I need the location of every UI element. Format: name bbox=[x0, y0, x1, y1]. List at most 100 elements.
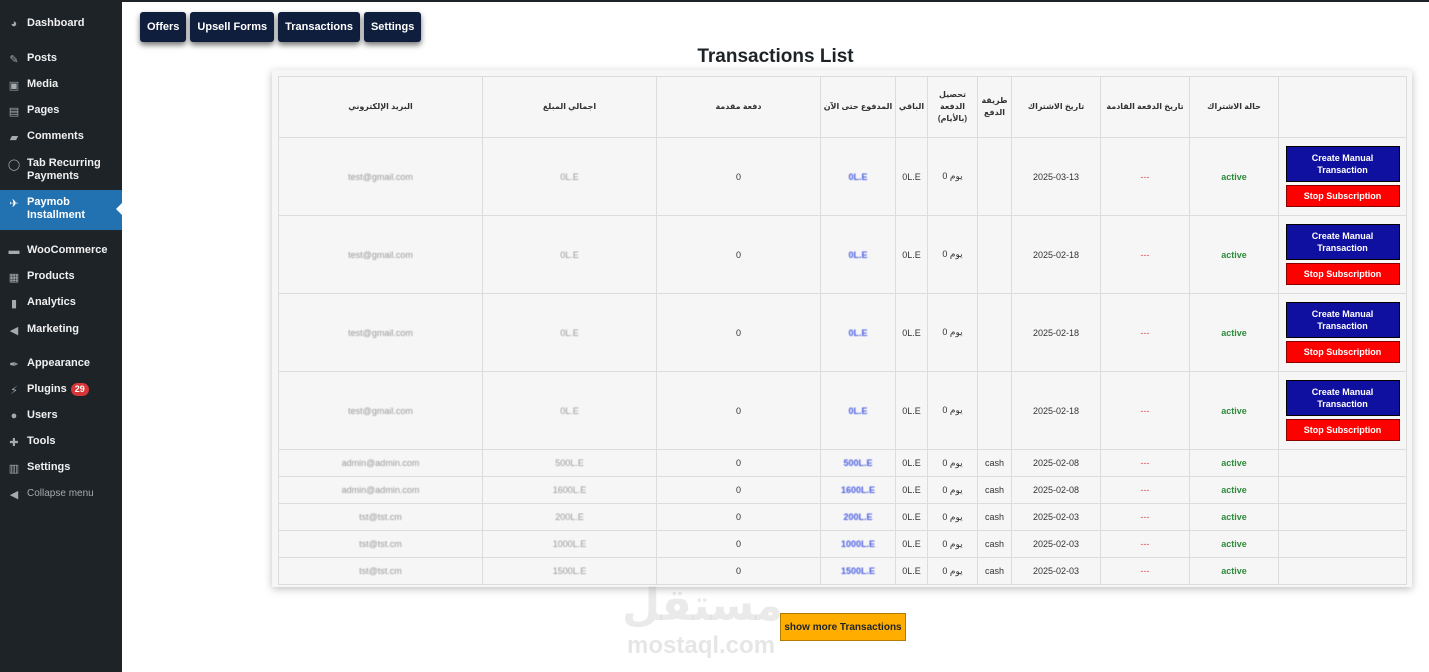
tab-upsell-forms[interactable]: Upsell Forms bbox=[190, 12, 275, 42]
paid-value: 200L.E bbox=[843, 512, 873, 522]
table-row: tst@tst.cm 1500L.E 0 1500L.E 0L.E 0 يوم cash 20… bbox=[278, 557, 1407, 585]
total-value: 0L.E bbox=[560, 249, 579, 260]
sidebar-item-appearance[interactable]: ✒ Appearance bbox=[0, 357, 122, 371]
sidebar-item-collapse-menu[interactable]: ◀ Collapse menu bbox=[0, 487, 122, 501]
cell-next: --- bbox=[1100, 215, 1190, 294]
cell-actions: Create Manual Transaction Stop Subscripti… bbox=[1278, 371, 1407, 450]
remaining-value: 0L.E bbox=[902, 539, 921, 549]
down-value: 0 bbox=[735, 405, 741, 416]
table-row: test@gmail.com 0L.E 0 0L.E 0L.E 0 يوم 2025-02-… bbox=[278, 215, 1407, 294]
brush-icon: ✒ bbox=[9, 358, 19, 371]
sidebar-item-label: Marketing bbox=[27, 323, 79, 335]
sidebar-item-paymob-installment[interactable]: ✈ Paymob Installment bbox=[0, 190, 122, 230]
cell-next: --- bbox=[1100, 503, 1190, 531]
sidebar-item-dashboard[interactable]: ◕ Dashboard bbox=[0, 17, 122, 31]
transactions-table: البريد الإلكتروني اجمالي المبلغ دفعة مقدمة… bbox=[278, 76, 1407, 585]
email-value: test@gmail.com bbox=[348, 249, 413, 260]
sidebar-item-products[interactable]: ▦ Products bbox=[0, 270, 122, 284]
create-manual-transaction-button[interactable]: Create Manual Transaction bbox=[1285, 302, 1400, 338]
tab-offers[interactable]: Offers bbox=[140, 12, 187, 42]
column-header: طريقة الدفع bbox=[977, 76, 1012, 138]
cell-method bbox=[977, 137, 1012, 216]
cell-paid: 200L.E bbox=[820, 503, 896, 531]
tab-settings[interactable]: Settings bbox=[363, 12, 422, 42]
next-value: --- bbox=[1140, 539, 1150, 549]
sidebar-item-label: Collapse menu bbox=[27, 488, 94, 499]
paymob-icon: ✈ bbox=[9, 197, 19, 210]
sidebar-item-tools[interactable]: ✚ Tools bbox=[0, 435, 122, 449]
cell-paid: 0L.E bbox=[820, 293, 896, 372]
cell-total: 500L.E bbox=[482, 449, 657, 477]
create-manual-transaction-button[interactable]: Create Manual Transaction bbox=[1285, 380, 1400, 416]
cell-days: 0 يوم bbox=[927, 503, 978, 531]
cell-actions: Create Manual Transaction Stop Subscripti… bbox=[1278, 293, 1407, 372]
remaining-value: 0L.E bbox=[902, 171, 921, 182]
paid-value: 1000L.E bbox=[840, 539, 876, 549]
method-value: cash bbox=[984, 539, 1004, 549]
cell-remaining: 0L.E bbox=[895, 449, 928, 477]
table-header-row: البريد الإلكتروني اجمالي المبلغ دفعة مقدمة… bbox=[278, 76, 1407, 138]
cell-next: --- bbox=[1100, 476, 1190, 504]
cell-date: 2025-02-18 bbox=[1011, 293, 1101, 372]
admin-sidebar: ◕ Dashboard ✎ Posts ▣ Media ▤ Pages ▰ Comments ◯ Ta… bbox=[0, 2, 122, 672]
stop-subscription-button[interactable]: Stop Subscription bbox=[1285, 341, 1400, 363]
sidebar-item-users[interactable]: ● Users bbox=[0, 409, 122, 423]
cell-method: cash bbox=[977, 476, 1012, 504]
main-content: Offers Upsell Forms Transactions Setting… bbox=[122, 2, 1429, 672]
sidebar-item-woocommerce[interactable]: ▬ WooCommerce bbox=[0, 244, 122, 258]
sidebar-item-tab-recurring-payments[interactable]: ◯ Tab Recurring Payments bbox=[0, 157, 122, 183]
sidebar-item-label: Media bbox=[27, 78, 59, 90]
transactions-panel: البريد الإلكتروني اجمالي المبلغ دفعة مقدمة… bbox=[272, 70, 1412, 587]
pin-icon: ✎ bbox=[9, 53, 19, 66]
cell-next: --- bbox=[1100, 293, 1190, 372]
sidebar-item-marketing[interactable]: ◀ Marketing bbox=[0, 323, 122, 337]
stop-subscription-button[interactable]: Stop Subscription bbox=[1285, 263, 1400, 285]
column-header: تحصيل الدفعة (بالأيام) bbox=[927, 76, 978, 138]
cell-email: test@gmail.com bbox=[278, 371, 483, 450]
sidebar-item-label: Settings bbox=[27, 461, 71, 473]
column-header: دفعة مقدمة bbox=[656, 76, 821, 138]
cell-actions bbox=[1278, 449, 1407, 477]
cell-next: --- bbox=[1100, 530, 1190, 558]
page-title: Transactions List bbox=[697, 46, 854, 67]
sidebar-item-plugins[interactable]: ⚡ Plugins 29 bbox=[0, 383, 122, 397]
email-value: tst@tst.cm bbox=[359, 512, 402, 522]
down-value: 0 bbox=[735, 327, 741, 338]
products-icon: ▦ bbox=[8, 271, 20, 284]
total-value: 200L.E bbox=[555, 512, 584, 522]
cell-paid: 1600L.E bbox=[820, 476, 896, 504]
date-value: 2025-03-13 bbox=[1032, 171, 1080, 182]
sidebar-item-label: Tab Recurring Payments bbox=[27, 157, 101, 182]
tab-transactions[interactable]: Transactions bbox=[278, 12, 360, 42]
cell-method: cash bbox=[977, 530, 1012, 558]
status-value: active bbox=[1221, 539, 1247, 549]
cell-status: active bbox=[1189, 293, 1279, 372]
table-row: tst@tst.cm 1000L.E 0 1000L.E 0L.E 0 يوم cash 20… bbox=[278, 530, 1407, 558]
remaining-value: 0L.E bbox=[902, 485, 921, 495]
collapse-icon: ◀ bbox=[9, 488, 19, 501]
down-value: 0 bbox=[735, 249, 741, 260]
cell-down: 0 bbox=[656, 503, 821, 531]
plugin-tabs: Offers Upsell Forms Transactions Setting… bbox=[140, 12, 422, 42]
sidebar-item-media[interactable]: ▣ Media bbox=[0, 78, 122, 92]
woocommerce-icon: ▬ bbox=[8, 245, 20, 257]
create-manual-transaction-button[interactable]: Create Manual Transaction bbox=[1285, 146, 1400, 182]
sidebar-item-analytics[interactable]: ▮ Analytics bbox=[0, 296, 122, 310]
sidebar-item-posts[interactable]: ✎ Posts bbox=[0, 52, 122, 66]
sidebar-item-pages[interactable]: ▤ Pages bbox=[0, 104, 122, 118]
next-value: --- bbox=[1140, 405, 1150, 416]
cell-status: active bbox=[1189, 215, 1279, 294]
sidebar-item-comments[interactable]: ▰ Comments bbox=[0, 130, 122, 144]
sidebar-item-settings[interactable]: ▥ Settings bbox=[0, 461, 122, 475]
create-manual-transaction-button[interactable]: Create Manual Transaction bbox=[1285, 224, 1400, 260]
remaining-value: 0L.E bbox=[902, 458, 921, 468]
stop-subscription-button[interactable]: Stop Subscription bbox=[1285, 419, 1400, 441]
stop-subscription-button[interactable]: Stop Subscription bbox=[1285, 185, 1400, 207]
show-more-button[interactable]: show more Transactions bbox=[780, 613, 906, 641]
sidebar-item-label: Comments bbox=[27, 130, 84, 142]
cell-email: test@gmail.com bbox=[278, 137, 483, 216]
paid-value: 1500L.E bbox=[840, 566, 876, 576]
dashboard-icon: ◕ bbox=[10, 18, 18, 30]
days-value: 0 يوم bbox=[942, 457, 963, 468]
cell-total: 0L.E bbox=[482, 137, 657, 216]
